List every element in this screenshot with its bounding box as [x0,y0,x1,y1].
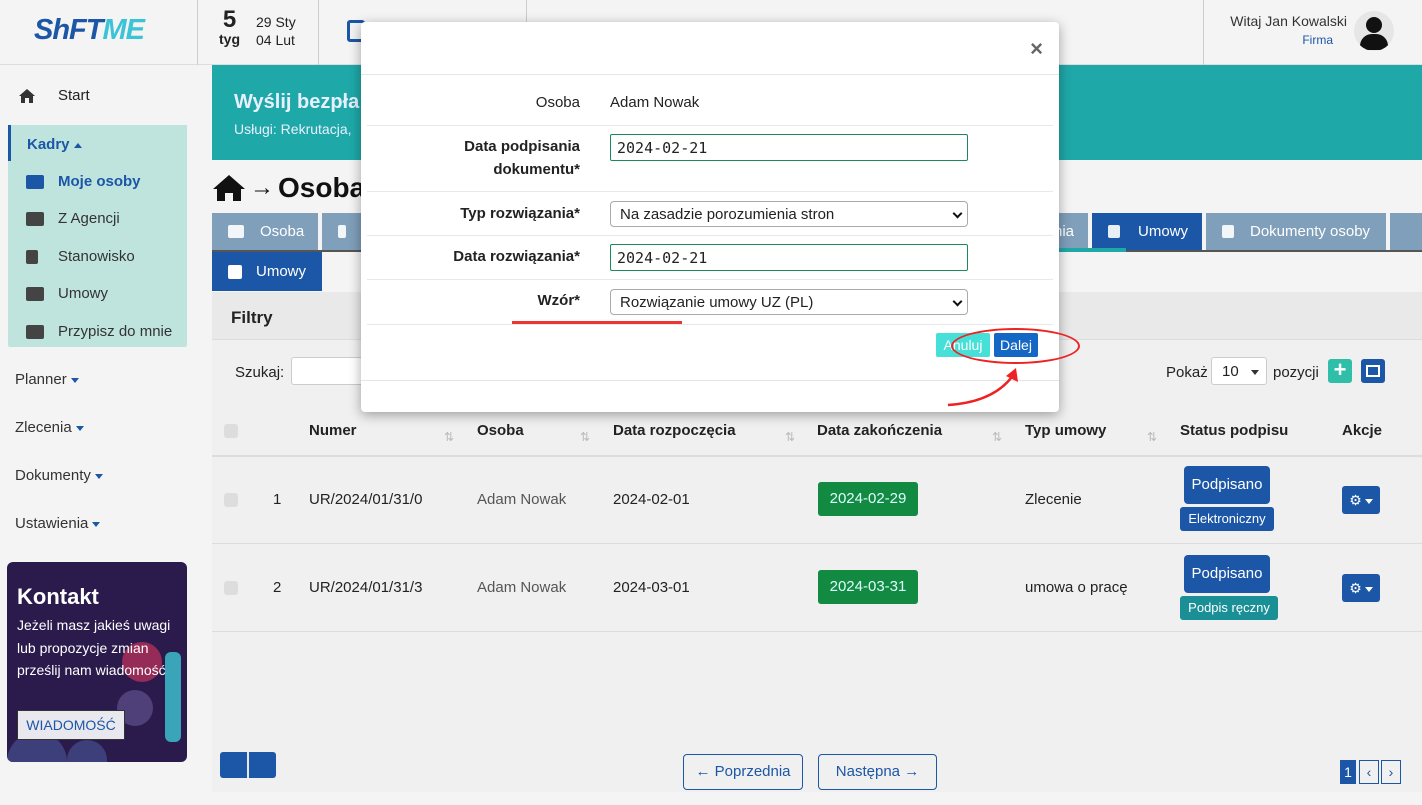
template-select[interactable]: Rozwiązanie umowy UZ (PL) [610,289,968,315]
termination-type-select[interactable]: Na zasadzie porozumienia stron [610,201,968,227]
termination-date-input[interactable]: 2024-02-21 [610,244,968,271]
termination-date-label: Data rozwiązania* [453,248,580,265]
chevron-down-icon [952,296,963,307]
annotation-arrow-icon [947,368,1018,407]
termination-type-label: Typ rozwiązania* [460,205,580,222]
person-label: Osoba [535,94,580,111]
terminate-contract-modal: × Osoba Adam Nowak Data podpisania dokume… [361,22,1059,412]
person-value: Adam Nowak [610,94,700,111]
sign-date-input[interactable]: 2024-02-21 [610,134,968,161]
close-icon[interactable]: × [1030,38,1043,60]
chevron-down-icon [952,208,963,219]
annotation-circle [951,328,1080,364]
sign-date-label: Data podpisania dokumentu* [464,138,580,178]
template-label: Wzór* [537,292,581,309]
